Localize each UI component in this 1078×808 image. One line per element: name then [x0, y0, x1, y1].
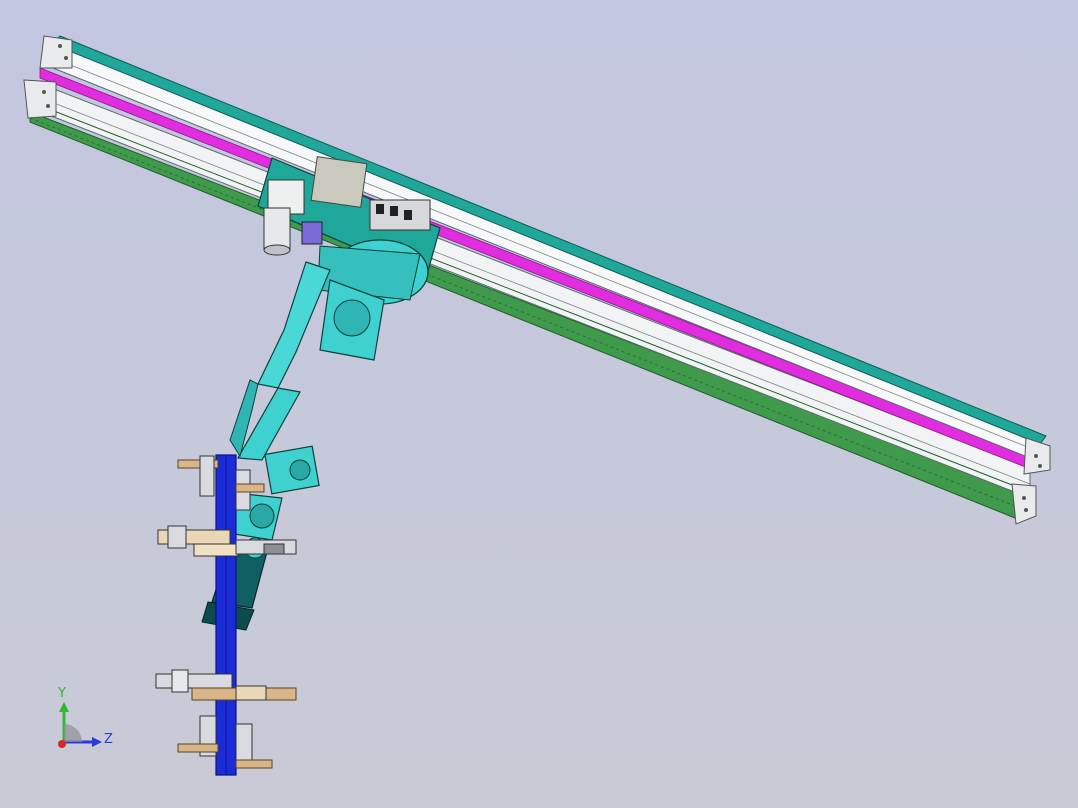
bolt-icon: [42, 90, 46, 94]
bolt-icon: [1034, 454, 1038, 458]
rail-left-endcap-top: [39, 35, 73, 69]
connector-icon: [404, 210, 412, 220]
coordinate-triad: [58, 702, 102, 748]
gripper-finger-tan: [235, 483, 265, 493]
gripper-jaw: [193, 543, 239, 557]
bolt-icon: [58, 44, 62, 48]
carriage-purple-motor: [301, 221, 323, 245]
robot-shoulder-joint: [333, 299, 371, 337]
rail-magenta-stripe: [39, 67, 1039, 473]
bolt-icon: [1022, 496, 1026, 500]
gantry-rail[interactable]: [23, 35, 1051, 525]
bolt-icon: [46, 104, 50, 108]
gripper-valve: [263, 543, 285, 555]
z-axis-label: Z: [104, 732, 113, 747]
rail-upper-body: [47, 41, 1041, 463]
rail-detail-line: [35, 103, 1031, 493]
robot-upper-arm: [257, 261, 331, 389]
rail-detail-line: [35, 95, 1031, 485]
triad-origin-icon: [58, 740, 66, 748]
rail-left-endcap-bottom: [23, 79, 57, 119]
y-axis-arrowhead-icon: [59, 702, 69, 712]
gripper-cylinder: [199, 455, 215, 497]
gripper-cylinder: [235, 723, 253, 765]
rail-bottom-green-strip: [29, 111, 1021, 521]
carriage-servo-motor: [263, 207, 291, 251]
robot-elbow-joint: [289, 459, 311, 481]
y-axis-label: Y: [58, 686, 66, 701]
carriage-gearbox: [310, 156, 368, 208]
gripper-jaw: [235, 685, 267, 701]
gripper-jaw-assembly: [155, 673, 233, 689]
cad-viewport[interactable]: Y Z: [0, 0, 1078, 808]
gripper-finger-tan: [235, 759, 273, 769]
motor-end-cap: [263, 244, 291, 256]
rail-right-endcap-bottom: [1011, 483, 1037, 525]
rail-top-teal: [51, 35, 1047, 445]
z-axis-arrowhead-icon: [92, 737, 102, 747]
triad-plane-icon: [64, 724, 82, 742]
connector-icon: [390, 206, 398, 216]
gripper-cylinder: [171, 669, 189, 693]
rail-detail-line: [47, 55, 1041, 453]
bolt-icon: [64, 56, 68, 60]
connector-icon: [376, 204, 384, 214]
gripper-finger-tan: [177, 743, 219, 753]
bolt-icon: [1024, 508, 1028, 512]
gripper-cylinder: [167, 525, 187, 549]
robot-wrist-joint: [249, 503, 275, 529]
bolt-icon: [1038, 464, 1042, 468]
cad-model-scene[interactable]: [0, 0, 1078, 808]
